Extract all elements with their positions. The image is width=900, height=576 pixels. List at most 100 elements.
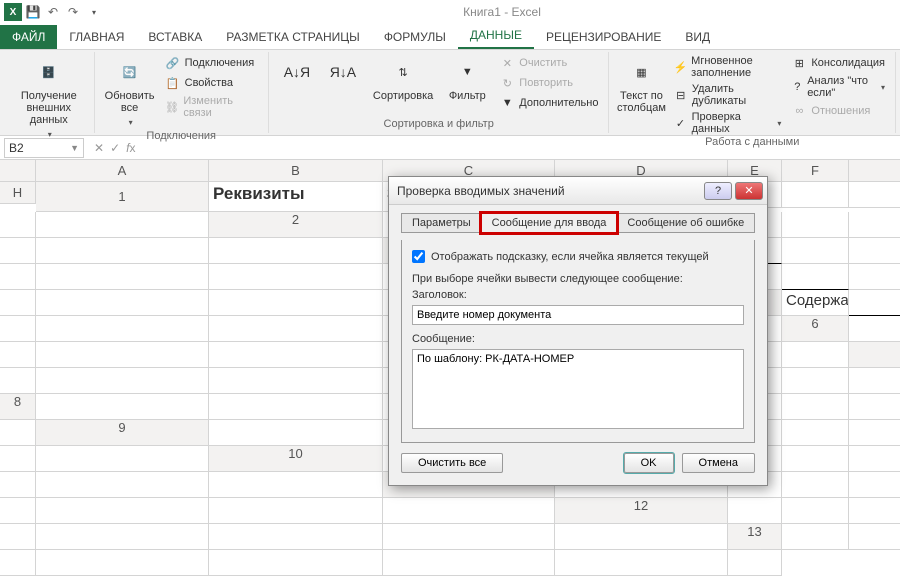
sort-button[interactable]: ⇅ Сортировка xyxy=(369,54,437,104)
row-header[interactable]: 7 xyxy=(849,342,900,368)
cell[interactable] xyxy=(849,394,900,420)
sort-az-button[interactable]: A↓Я xyxy=(277,54,317,90)
cell[interactable] xyxy=(36,498,209,524)
tab-error-message[interactable]: Сообщение об ошибке xyxy=(616,213,755,233)
dialog-titlebar[interactable]: Проверка вводимых значений ? ✕ xyxy=(389,177,767,205)
qat-customize-icon[interactable] xyxy=(84,3,102,21)
cell[interactable] xyxy=(0,550,36,576)
cell[interactable] xyxy=(782,498,849,524)
clear-all-button[interactable]: Очистить все xyxy=(401,453,503,473)
tab-insert[interactable]: ВСТАВКА xyxy=(136,25,214,49)
cell[interactable] xyxy=(782,472,849,498)
tab-file[interactable]: ФАЙЛ xyxy=(0,25,57,49)
select-all-corner[interactable] xyxy=(0,160,36,182)
consolidate-button[interactable]: ⊞Консолидация xyxy=(789,54,887,72)
cell[interactable] xyxy=(36,290,209,316)
cancel-edit-icon[interactable]: ✕ xyxy=(94,141,104,155)
cell[interactable] xyxy=(0,238,36,264)
cell[interactable] xyxy=(849,368,900,394)
cell[interactable] xyxy=(849,264,900,290)
sort-za-button[interactable]: Я↓A xyxy=(323,54,363,90)
cell[interactable] xyxy=(36,316,209,342)
cell[interactable] xyxy=(209,342,383,368)
cell[interactable] xyxy=(0,420,36,446)
connections-button[interactable]: 🔗Подключения xyxy=(163,54,260,72)
tab-data[interactable]: ДАННЫЕ xyxy=(458,23,534,49)
refresh-all-button[interactable]: 🔄 Обновить все xyxy=(103,54,157,130)
row-header[interactable]: 1 xyxy=(36,182,209,212)
cell[interactable] xyxy=(209,238,383,264)
cell[interactable] xyxy=(36,550,209,576)
cell[interactable] xyxy=(728,498,782,524)
name-box[interactable]: B2 ▼ xyxy=(4,138,84,158)
row-header[interactable]: 6 xyxy=(782,316,849,342)
cell[interactable] xyxy=(0,524,36,550)
cell[interactable] xyxy=(782,212,849,238)
col-header-F[interactable]: F xyxy=(782,160,849,182)
cell[interactable] xyxy=(555,550,728,576)
properties-button[interactable]: 📋Свойства xyxy=(163,74,260,92)
cell[interactable] xyxy=(849,472,900,498)
cell[interactable] xyxy=(0,316,36,342)
cell[interactable] xyxy=(849,498,900,524)
cell[interactable] xyxy=(383,498,555,524)
cell[interactable] xyxy=(209,290,383,316)
col-header-H[interactable]: H xyxy=(0,182,36,204)
cell[interactable] xyxy=(782,238,849,264)
text-to-columns-button[interactable]: ▦ Текст по столбцам xyxy=(617,54,665,116)
cancel-button[interactable]: Отмена xyxy=(682,453,755,473)
cell[interactable] xyxy=(849,316,900,342)
cell[interactable] xyxy=(383,524,555,550)
cell[interactable] xyxy=(36,212,209,238)
cell[interactable] xyxy=(36,238,209,264)
cell[interactable] xyxy=(209,498,383,524)
cell[interactable] xyxy=(782,524,849,550)
cell[interactable] xyxy=(0,446,36,472)
cell[interactable] xyxy=(209,420,383,446)
cell[interactable] xyxy=(849,182,900,208)
cell[interactable] xyxy=(0,342,36,368)
cell[interactable] xyxy=(849,524,900,550)
row-header[interactable]: 9 xyxy=(36,420,209,446)
tab-home[interactable]: ГЛАВНАЯ xyxy=(57,25,136,49)
cell[interactable] xyxy=(0,368,36,394)
remove-duplicates-button[interactable]: ⊟Удалить дубликаты xyxy=(671,82,783,108)
cell[interactable] xyxy=(36,472,209,498)
cell[interactable]: Реквизиты xyxy=(209,182,383,212)
relationships-button[interactable]: ∞Отношения xyxy=(789,102,887,120)
redo-icon[interactable]: ↷ xyxy=(64,3,82,21)
col-header-A[interactable]: A xyxy=(36,160,209,182)
ok-button[interactable]: OK xyxy=(624,453,674,473)
tab-input-message[interactable]: Сообщение для ввода xyxy=(481,213,618,233)
cell[interactable] xyxy=(36,394,209,420)
help-icon[interactable]: ? xyxy=(704,182,732,200)
advanced-button[interactable]: ▼Дополнительно xyxy=(497,94,600,112)
cell[interactable] xyxy=(782,182,849,208)
tab-formulas[interactable]: ФОРМУЛЫ xyxy=(372,25,458,49)
cell[interactable] xyxy=(36,264,209,290)
cell[interactable] xyxy=(849,212,900,238)
cell[interactable] xyxy=(209,524,383,550)
cell[interactable] xyxy=(555,524,728,550)
row-header[interactable]: 2 xyxy=(209,212,383,238)
cell[interactable] xyxy=(209,472,383,498)
save-icon[interactable]: 💾 xyxy=(24,3,42,21)
cell[interactable] xyxy=(849,420,900,446)
data-validation-button[interactable]: ✓Проверка данных xyxy=(671,110,783,136)
cell[interactable] xyxy=(36,342,209,368)
cell[interactable] xyxy=(209,316,383,342)
formula-input[interactable] xyxy=(141,145,900,151)
cell[interactable] xyxy=(36,524,209,550)
reapply-button[interactable]: ↻Повторить xyxy=(497,74,600,92)
cell[interactable] xyxy=(782,420,849,446)
cell[interactable] xyxy=(209,394,383,420)
cell[interactable] xyxy=(0,472,36,498)
cell[interactable] xyxy=(782,368,849,394)
tab-view[interactable]: ВИД xyxy=(673,25,722,49)
cell[interactable]: Содержание xyxy=(782,290,849,316)
cell[interactable] xyxy=(782,394,849,420)
row-header[interactable]: 10 xyxy=(209,446,383,472)
cell[interactable] xyxy=(0,498,36,524)
cell[interactable] xyxy=(36,368,209,394)
tab-page-layout[interactable]: РАЗМЕТКА СТРАНИЦЫ xyxy=(214,25,372,49)
